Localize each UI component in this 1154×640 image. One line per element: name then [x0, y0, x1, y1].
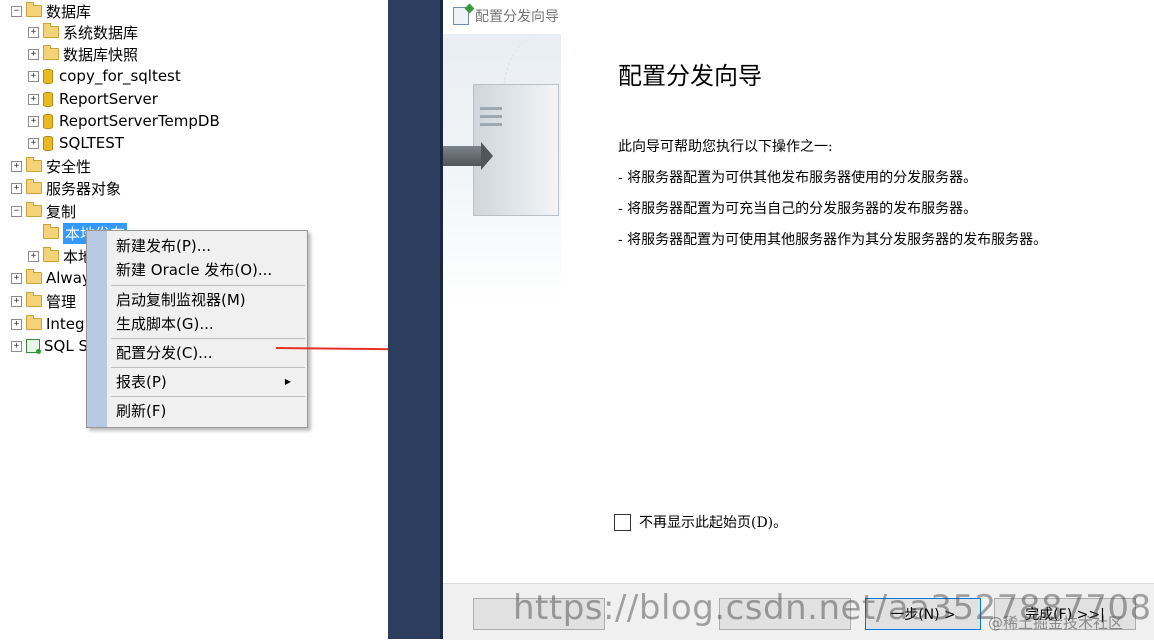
- database-icon: [43, 91, 53, 107]
- menu-item-new-publication[interactable]: 新建发布(P)...: [116, 234, 301, 256]
- tree-node-replication[interactable]: − 复制: [11, 200, 76, 222]
- checkbox-box[interactable]: [614, 513, 631, 531]
- tree-node-label: Alway: [46, 269, 91, 287]
- community-watermark: @稀土掘金技术社区: [988, 614, 1124, 632]
- folder-icon: [43, 45, 59, 60]
- submenu-arrow-icon: ▶: [284, 376, 291, 386]
- tree-node-label: 数据库快照: [63, 45, 139, 64]
- menu-item-refresh[interactable]: 刷新(F): [116, 399, 301, 421]
- database-icon: [43, 113, 53, 129]
- tree-node-label: ReportServerTempDB: [59, 112, 220, 130]
- checkbox-label: 不再显示此起始页(D)。: [639, 515, 788, 531]
- expand-icon[interactable]: +: [11, 295, 22, 307]
- wizard-icon: [453, 7, 469, 25]
- tree-node-label: 服务器对象: [46, 179, 122, 198]
- folder-icon: [26, 179, 42, 194]
- expand-icon[interactable]: +: [11, 182, 22, 194]
- tree-node-management[interactable]: + 管理: [11, 290, 76, 312]
- tree-node-server-objects[interactable]: + 服务器对象: [11, 177, 121, 199]
- database-icon: [43, 135, 53, 151]
- folder-icon: [43, 247, 59, 262]
- menu-item-launch-replication-monitor[interactable]: 启动复制监视器(M): [116, 288, 301, 310]
- menu-item-label: 报表(P): [116, 372, 167, 391]
- folder-icon: [26, 2, 42, 17]
- tree-node-local-subscriptions[interactable]: + 本地: [28, 245, 93, 267]
- tree-node-label: ReportServer: [59, 90, 158, 108]
- expand-icon[interactable]: +: [28, 48, 39, 60]
- menu-separator: [111, 285, 305, 286]
- arrow-pipe-icon: [443, 142, 493, 170]
- expand-icon[interactable]: +: [11, 318, 22, 330]
- wizard-title-bar: 配置分发向导: [453, 6, 559, 26]
- tree-node-label: Integ: [46, 315, 85, 333]
- wizard-bullet-3: - 将服务器配置为可使用其他服务器作为其分发服务器的发布服务器。: [618, 232, 1048, 248]
- menu-gutter: [87, 231, 107, 427]
- menu-separator: [111, 367, 305, 368]
- tree-node-database-snapshots[interactable]: + 数据库快照: [28, 43, 138, 65]
- tree-node-label: 安全性: [46, 157, 92, 176]
- wizard-bullet-1: - 将服务器配置为可供其他发布服务器使用的分发服务器。: [618, 170, 978, 186]
- tree-node-alwayson[interactable]: + Alway: [11, 267, 91, 289]
- tree-node-label: 复制: [46, 202, 77, 221]
- expand-icon[interactable]: +: [11, 160, 22, 172]
- wizard-heading: 配置分发向导: [618, 62, 762, 90]
- tree-node-security[interactable]: + 安全性: [11, 155, 91, 177]
- dont-show-start-page-checkbox[interactable]: 不再显示此起始页(D)。: [614, 512, 787, 532]
- expand-icon[interactable]: +: [28, 93, 39, 105]
- tree-node-label: copy_for_sqltest: [59, 67, 181, 85]
- tree-node-db-reportserver[interactable]: + ReportServer: [28, 88, 158, 110]
- menu-item-reports[interactable]: 报表(P) ▶: [116, 370, 301, 392]
- folder-icon: [43, 23, 59, 38]
- folder-icon: [43, 224, 59, 239]
- folder-icon: [26, 315, 42, 330]
- expand-icon[interactable]: +: [11, 340, 22, 352]
- wizard-side-graphic: [443, 34, 561, 304]
- tree-node-db-reportservertempdb[interactable]: + ReportServerTempDB: [28, 110, 220, 132]
- menu-item-generate-scripts[interactable]: 生成脚本(G)...: [116, 312, 301, 334]
- database-icon: [43, 68, 53, 84]
- tree-node-db-copy-for-sqltest[interactable]: + copy_for_sqltest: [28, 65, 181, 87]
- tree-node-sql-server-agent[interactable]: + SQL S: [11, 335, 88, 357]
- expand-icon[interactable]: +: [28, 115, 39, 127]
- expand-icon[interactable]: +: [28, 70, 39, 82]
- tree-node-databases[interactable]: − 数据库: [11, 0, 91, 22]
- expand-icon[interactable]: +: [28, 137, 39, 149]
- expand-icon[interactable]: +: [28, 250, 39, 262]
- tree-node-label: SQL S: [44, 337, 88, 355]
- expand-icon[interactable]: +: [28, 26, 39, 38]
- sql-agent-icon: [26, 339, 41, 354]
- wizard-window-title: 配置分发向导: [475, 9, 559, 25]
- folder-icon: [26, 157, 42, 172]
- configure-distribution-wizard: 配置分发向导 配置分发向导 此向导可帮助您执行以下操作之一: - 将服务器配置为…: [443, 0, 1154, 640]
- folder-icon: [26, 202, 42, 217]
- wizard-bullet-2: - 将服务器配置为可充当自己的分发服务器的发布服务器。: [618, 201, 978, 217]
- menu-separator: [111, 396, 305, 397]
- window-divider-strip: [388, 0, 443, 639]
- tree-node-integration-services[interactable]: + Integ: [11, 313, 85, 335]
- folder-icon: [26, 269, 42, 284]
- tree-node-system-databases[interactable]: + 系统数据库: [28, 21, 138, 43]
- expand-icon[interactable]: +: [11, 272, 22, 284]
- collapse-icon[interactable]: −: [11, 205, 22, 217]
- tree-node-label: 管理: [46, 292, 77, 311]
- collapse-icon[interactable]: −: [11, 5, 22, 17]
- menu-item-new-oracle-publication[interactable]: 新建 Oracle 发布(O)...: [116, 258, 301, 280]
- tree-node-label: 数据库: [46, 2, 92, 21]
- tree-node-label: SQLTEST: [59, 134, 124, 152]
- context-menu: 新建发布(P)... 新建 Oracle 发布(O)... 启动复制监视器(M)…: [86, 230, 308, 428]
- folder-icon: [26, 292, 42, 307]
- tree-node-db-sqltest[interactable]: + SQLTEST: [28, 132, 124, 154]
- wizard-intro: 此向导可帮助您执行以下操作之一:: [618, 139, 833, 155]
- menu-item-configure-distribution[interactable]: 配置分发(C)...: [116, 341, 301, 363]
- tree-node-label: 系统数据库: [63, 23, 139, 42]
